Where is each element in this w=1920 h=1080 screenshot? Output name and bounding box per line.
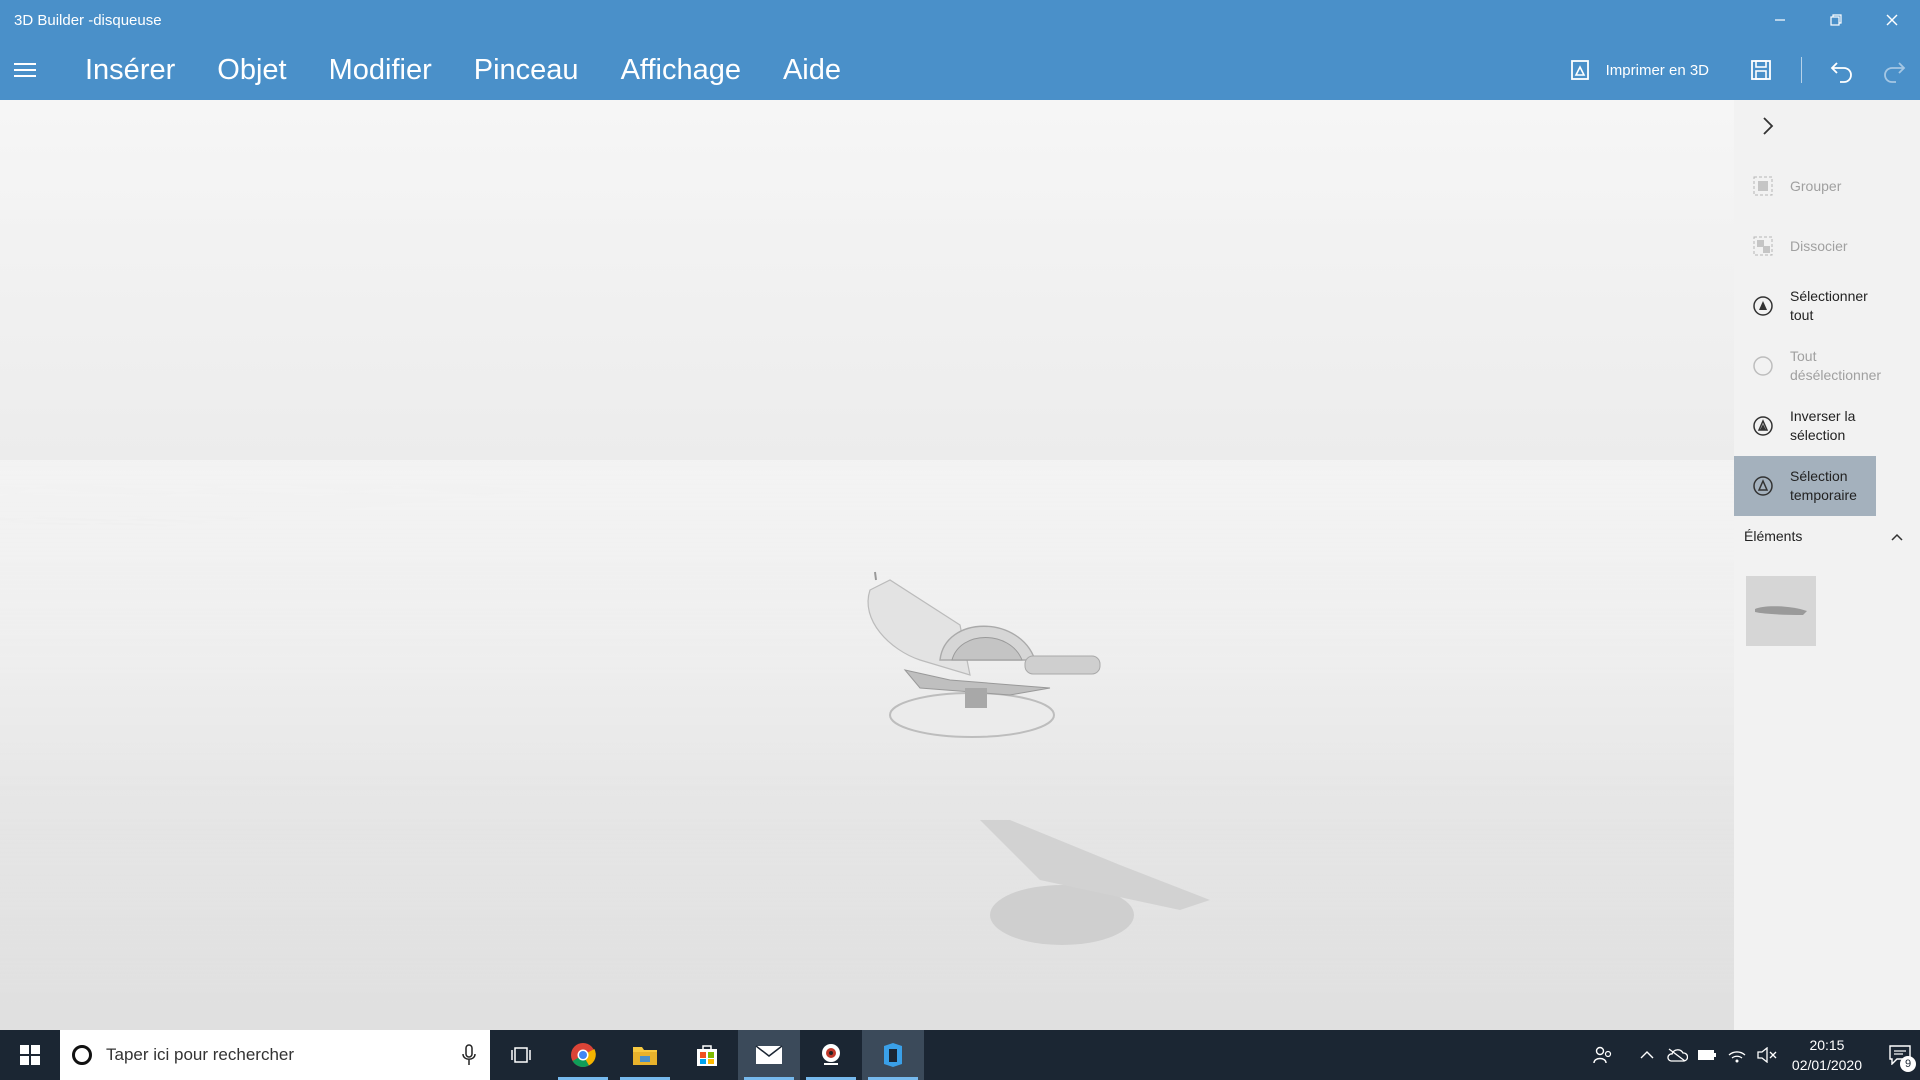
search-box[interactable]: Taper ici pour rechercher: [60, 1030, 490, 1080]
microphone-icon[interactable]: [462, 1044, 476, 1066]
temporary-selection-label: Sélection temporaire: [1790, 468, 1857, 503]
system-tray: 20:15 02/01/2020 9: [1588, 1030, 1920, 1080]
print-3d-button[interactable]: Imprimer en 3D: [1568, 58, 1709, 82]
toolbar-divider: [1801, 57, 1802, 83]
chrome-icon: [571, 1043, 596, 1068]
taskbar: Taper ici pour rechercher 20:15 02/01/20…: [0, 1030, 1920, 1080]
ungroup-label: Dissocier: [1790, 237, 1848, 254]
battery-icon[interactable]: [1692, 1049, 1722, 1061]
mail-icon: [755, 1045, 783, 1064]
save-button[interactable]: [1735, 40, 1787, 100]
element-thumbnail[interactable]: [1746, 576, 1816, 646]
close-icon: [1886, 14, 1898, 26]
windows-logo-icon: [20, 1045, 40, 1065]
menu-objet[interactable]: Objet: [217, 54, 286, 87]
menu-modifier[interactable]: Modifier: [329, 54, 432, 87]
menu-bar: Insérer Objet Modifier Pinceau Affichage…: [0, 40, 1920, 100]
restore-icon: [1830, 14, 1842, 26]
invert-selection-label: Inverser la sélection: [1790, 408, 1856, 443]
store-button[interactable]: [676, 1030, 738, 1080]
menu-pinceau[interactable]: Pinceau: [474, 54, 579, 87]
invert-selection-button[interactable]: Inverser la sélection: [1734, 396, 1876, 456]
webcam-app-icon: [822, 1044, 840, 1065]
undo-button[interactable]: [1816, 40, 1868, 100]
wifi-icon[interactable]: [1722, 1047, 1752, 1063]
main-menu: Insérer Objet Modifier Pinceau Affichage…: [64, 40, 862, 100]
deselect-all-label: Tout désélectionner: [1790, 348, 1882, 383]
store-icon: [697, 1045, 717, 1066]
clock-date: 02/01/2020: [1791, 1057, 1862, 1073]
menu-affichage[interactable]: Affichage: [621, 54, 741, 87]
start-button[interactable]: [0, 1030, 60, 1080]
selection-panel: Grouper Dissocier Sélectionner tout Tout…: [1734, 100, 1920, 1030]
webcam-app-button[interactable]: [800, 1030, 862, 1080]
cortana-icon: [72, 1045, 92, 1065]
toolbar-right: Imprimer en 3D: [1568, 40, 1920, 100]
temporary-selection-button[interactable]: Sélection temporaire: [1734, 456, 1876, 516]
minimize-icon: [1775, 19, 1785, 21]
taskbar-apps: [490, 1030, 924, 1080]
people-icon[interactable]: [1588, 1046, 1618, 1064]
chevron-up-icon[interactable]: [1890, 530, 1904, 544]
restore-button[interactable]: [1808, 0, 1864, 40]
print-3d-icon: [1570, 60, 1589, 80]
group-icon: [1752, 175, 1774, 197]
select-all-button[interactable]: Sélectionner tout: [1734, 276, 1876, 336]
onedrive-icon[interactable]: [1662, 1048, 1692, 1062]
action-center-button[interactable]: 9: [1880, 1030, 1920, 1080]
3d-viewport[interactable]: [0, 100, 1734, 1030]
menu-aide[interactable]: Aide: [783, 54, 841, 87]
mail-button[interactable]: [738, 1030, 800, 1080]
task-view-button[interactable]: [490, 1030, 552, 1080]
select-all-label: Sélectionner tout: [1790, 288, 1868, 323]
3d-builder-icon: [884, 1043, 902, 1067]
grinder-thumbnail-icon: [1755, 606, 1807, 615]
elements-header[interactable]: Éléments: [1734, 520, 1920, 556]
redo-button[interactable]: [1868, 40, 1920, 100]
temporary-selection-icon: [1752, 475, 1774, 497]
minimize-button[interactable]: [1752, 0, 1808, 40]
clock-time: 20:15: [1809, 1037, 1845, 1053]
group-button[interactable]: Grouper: [1734, 156, 1876, 216]
notification-count-badge: 9: [1900, 1056, 1916, 1072]
show-hidden-icons-icon[interactable]: [1632, 1050, 1662, 1060]
search-placeholder: Taper ici pour rechercher: [106, 1045, 295, 1064]
deselect-all-button[interactable]: Tout désélectionner: [1734, 336, 1881, 396]
ungroup-icon: [1752, 235, 1774, 257]
volume-muted-icon[interactable]: [1752, 1047, 1782, 1063]
undo-icon: [1830, 62, 1852, 83]
model-shadow: [980, 820, 1210, 945]
task-view-icon: [511, 1047, 531, 1063]
elements-label: Éléments: [1744, 528, 1803, 544]
menu-inserer[interactable]: Insérer: [85, 54, 175, 87]
ungroup-button[interactable]: Dissocier: [1734, 216, 1876, 276]
title-bar: 3D Builder -disqueuse: [0, 0, 1920, 40]
deselect-all-icon: [1752, 355, 1774, 377]
window-title: 3D Builder -disqueuse: [14, 12, 162, 29]
chevron-right-icon[interactable]: [1756, 114, 1780, 138]
file-explorer-icon: [633, 1047, 657, 1065]
invert-selection-icon: [1752, 415, 1774, 437]
save-icon: [1751, 60, 1771, 80]
angle-grinder-model[interactable]: [860, 560, 1160, 750]
chrome-button[interactable]: [552, 1030, 614, 1080]
close-button[interactable]: [1864, 0, 1920, 40]
redo-icon: [1884, 62, 1906, 83]
print-3d-label: Imprimer en 3D: [1605, 61, 1709, 79]
window-controls: [1752, 0, 1920, 40]
clock[interactable]: 20:15 02/01/2020: [1792, 1035, 1862, 1075]
hamburger-menu-icon[interactable]: [14, 58, 42, 82]
3d-builder-button[interactable]: [862, 1030, 924, 1080]
select-all-icon: [1752, 295, 1774, 317]
group-label: Grouper: [1790, 177, 1842, 194]
file-explorer-button[interactable]: [614, 1030, 676, 1080]
